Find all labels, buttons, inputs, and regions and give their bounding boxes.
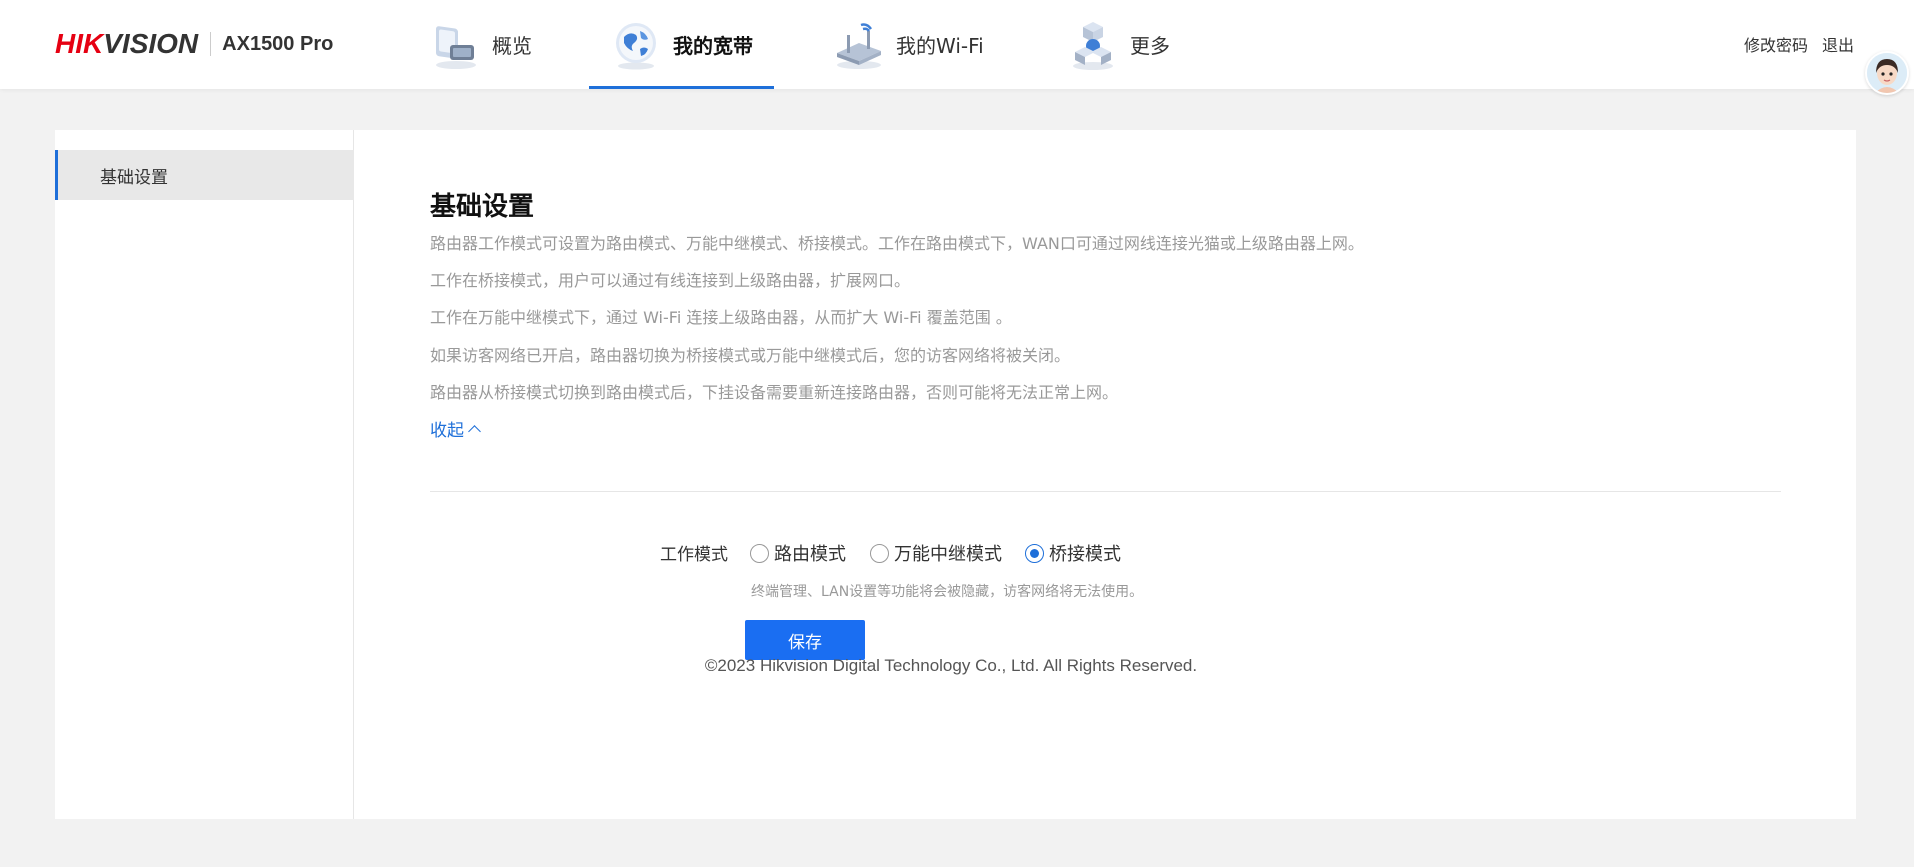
logo-divider: [210, 32, 212, 56]
globe-icon: [609, 18, 663, 72]
cubes-icon: [1066, 18, 1120, 72]
collapse-link[interactable]: 收起: [430, 416, 481, 441]
router-icon: [832, 18, 886, 72]
top-header: HIKVISION AX1500 Pro 概览 我的宽带 我的Wi-Fi 更多 …: [0, 0, 1914, 89]
footer-copyright: ©2023 Hikvision Digital Technology Co., …: [704, 656, 1198, 675]
radio-circle-checked: [1025, 543, 1044, 563]
description-line: 工作在桥接模式，用户可以通过有线连接到上级路由器，扩展网口。: [430, 271, 911, 290]
description-line: 路由器工作模式可设置为路由模式、万能中继模式、桥接模式。工作在路由模式下，WAN…: [430, 234, 1364, 253]
device-model: AX1500 Pro: [222, 32, 334, 55]
radio-circle: [750, 543, 769, 563]
monitor-icon: [428, 18, 482, 72]
mode-hint: 终端管理、LAN设置等功能将会被隐藏，访客网络将无法使用。: [751, 584, 1144, 600]
sidebar: 基础设置: [55, 130, 354, 819]
avatar[interactable]: [1865, 51, 1909, 95]
brand-name: HIKVISION: [55, 28, 199, 59]
radio-label: 桥接模式: [1049, 544, 1121, 565]
sidebar-item-basic-settings[interactable]: 基础设置: [55, 150, 354, 200]
radio-router-mode[interactable]: 路由模式: [750, 540, 846, 566]
description-line: 路由器从桥接模式切换到路由模式后，下挂设备需要重新连接路由器，否则可能将无法正常…: [430, 383, 1119, 402]
work-mode-label: 工作模式: [660, 545, 728, 565]
save-button[interactable]: 保存: [745, 620, 865, 660]
header-links: 修改密码 退出: [1744, 32, 1854, 56]
nav-more[interactable]: 更多: [1066, 0, 1170, 89]
logout-link[interactable]: 退出: [1822, 32, 1854, 56]
content-area: 基础设置 路由器工作模式可设置为路由模式、万能中继模式、桥接模式。工作在路由模式…: [355, 130, 1856, 819]
radio-bridge-mode[interactable]: 桥接模式: [1025, 540, 1121, 566]
description-line: 工作在万能中继模式下，通过 Wi-Fi 连接上级路由器，从而扩大 Wi-Fi 覆…: [430, 308, 1012, 327]
brand-logo: HIKVISION AX1500 Pro: [55, 28, 333, 60]
nav-overview[interactable]: 概览: [428, 0, 532, 89]
radio-label: 路由模式: [774, 544, 846, 565]
radio-repeater-mode[interactable]: 万能中继模式: [870, 540, 1002, 566]
chevron-up-icon: [468, 424, 481, 438]
change-password-link[interactable]: 修改密码: [1744, 32, 1808, 56]
nav-my-broadband[interactable]: 我的宽带: [589, 0, 774, 89]
description-line: 如果访客网络已开启，路由器切换为桥接模式或万能中继模式后，您的访客网络将被关闭。: [430, 346, 1071, 365]
nav-my-wifi[interactable]: 我的Wi-Fi: [832, 0, 984, 89]
radio-label: 万能中继模式: [894, 544, 1002, 565]
main-panel: 基础设置 基础设置 路由器工作模式可设置为路由模式、万能中继模式、桥接模式。工作…: [55, 130, 1856, 819]
collapse-label: 收起: [430, 421, 464, 441]
section-divider: [430, 491, 1781, 492]
radio-circle: [870, 543, 889, 563]
page-title: 基础设置: [430, 192, 535, 222]
